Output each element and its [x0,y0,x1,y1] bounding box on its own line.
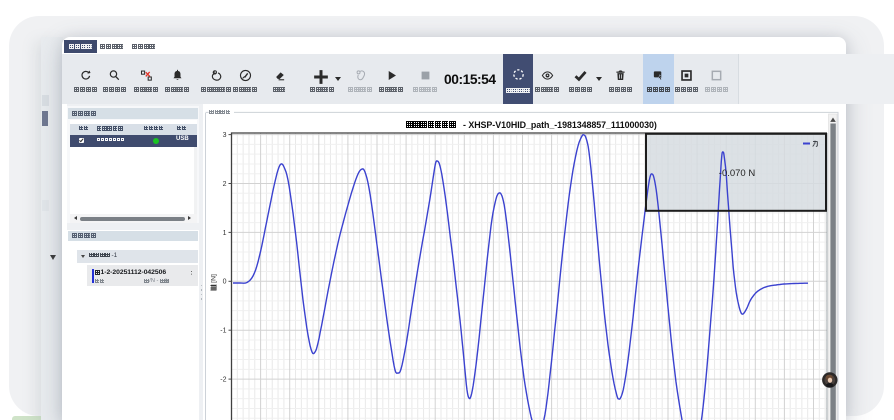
svg-text:0: 0 [223,279,227,286]
svg-text:1: 1 [223,230,227,237]
svg-text:-2: -2 [220,377,226,384]
svg-text:3: 3 [223,132,227,139]
svg-text:-0.070 N: -0.070 N [719,168,756,179]
svg-text:-1: -1 [220,328,226,335]
svg-text:2: 2 [223,181,227,188]
